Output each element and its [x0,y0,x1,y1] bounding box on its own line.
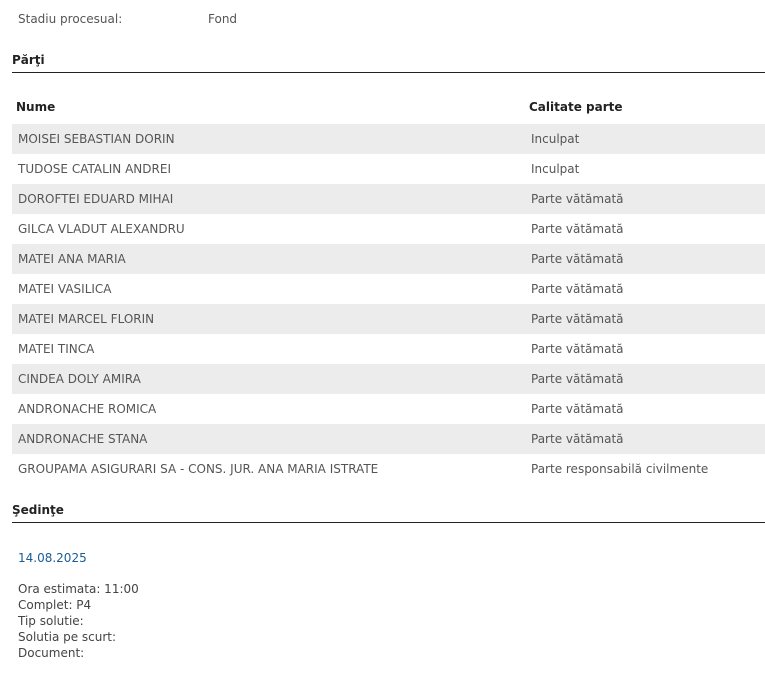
table-row: GILCA VLADUT ALEXANDRU Parte vătămată [12,214,765,244]
stadiu-procesual-label: Stadiu procesual: [18,12,123,26]
hearing-detail-line: Document: [18,646,85,660]
party-role: Parte responsabilă civilmente [531,462,709,476]
hearing-detail-line: Tip solutie: [18,614,84,628]
hearing-detail-line: Solutia pe scurt: [18,630,117,644]
party-name: MATEI VASILICA [18,282,112,296]
party-role: Parte vătămată [531,222,624,236]
parti-section-title: Părţi [12,53,45,67]
parti-section-divider [12,72,765,73]
party-role: Parte vătămată [531,372,624,386]
hearing-date-link[interactable]: 14.08.2025 [18,551,87,565]
party-name: GROUPAMA ASIGURARI SA - CONS. JUR. ANA M… [18,462,379,476]
party-role: Parte vătămată [531,192,624,206]
party-role: Parte vătămată [531,432,624,446]
parties-table: MOISEI SEBASTIAN DORIN Inculpat TUDOSE CAT… [12,124,765,484]
party-name: ANDRONACHE STANA [18,432,148,446]
party-name: ANDRONACHE ROMICA [18,402,157,416]
party-name: MATEI TINCA [18,342,95,356]
table-row: MATEI VASILICA Parte vătămată [12,274,765,304]
party-role: Parte vătămată [531,312,624,326]
column-header-name: Nume [16,100,56,114]
party-role: Parte vătămată [531,252,624,266]
table-row: TUDOSE CATALIN ANDREI Inculpat [12,154,765,184]
table-row: MATEI TINCA Parte vătămată [12,334,765,364]
party-role: Parte vătămată [531,342,624,356]
table-row: CINDEA DOLY AMIRA Parte vătămată [12,364,765,394]
party-role: Parte vătămată [531,402,624,416]
table-row: MATEI ANA MARIA Parte vătămată [12,244,765,274]
party-name: GILCA VLADUT ALEXANDRU [18,222,185,236]
stadiu-procesual-row: Stadiu procesual: Fond [18,12,318,28]
sedinte-section-title: Şedinţe [12,503,64,517]
table-row: DOROFTEI EDUARD MIHAI Parte vătămată [12,184,765,214]
party-role: Parte vătămată [531,282,624,296]
table-row: MATEI MARCEL FLORIN Parte vătămată [12,304,765,334]
table-row: GROUPAMA ASIGURARI SA - CONS. JUR. ANA M… [12,454,765,484]
party-role: Inculpat [531,162,580,176]
table-row: ANDRONACHE STANA Parte vătămată [12,424,765,454]
party-name: CINDEA DOLY AMIRA [18,372,141,386]
stadiu-procesual-value: Fond [208,12,238,26]
hearing-details: Ora estimata: 11:00 Complet: P4 Tip soluti… [18,581,139,661]
sedinte-section-divider [12,522,765,523]
hearing-detail-line: Ora estimata: 11:00 [18,582,139,596]
column-header-role: Calitate parte [529,100,623,114]
party-name: TUDOSE CATALIN ANDREI [18,162,171,176]
table-row: MOISEI SEBASTIAN DORIN Inculpat [12,124,765,154]
party-name: MOISEI SEBASTIAN DORIN [18,132,175,146]
party-name: MATEI MARCEL FLORIN [18,312,155,326]
hearing-detail-line: Complet: P4 [18,598,92,612]
table-row: ANDRONACHE ROMICA Parte vătămată [12,394,765,424]
party-role: Inculpat [531,132,580,146]
party-name: MATEI ANA MARIA [18,252,126,266]
party-name: DOROFTEI EDUARD MIHAI [18,192,174,206]
